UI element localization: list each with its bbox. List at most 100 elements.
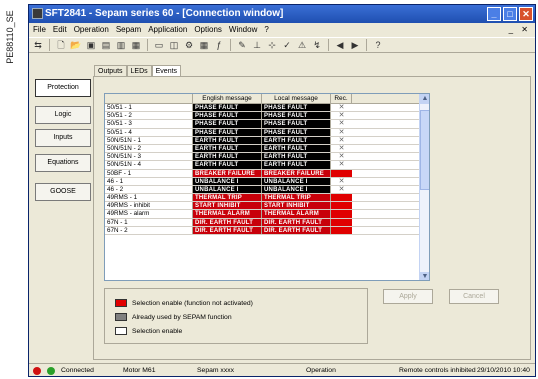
- cell-rec-checkbox[interactable]: [331, 210, 352, 218]
- check-icon[interactable]: ✓: [281, 39, 293, 51]
- cell-english-message[interactable]: THERMAL ALARM: [193, 210, 262, 218]
- table-row[interactable]: 50/51 - 4 PHASE FAULT PHASE FAULT ✕: [105, 128, 429, 137]
- menu-file[interactable]: File: [33, 23, 46, 36]
- cell-rec-checkbox[interactable]: [331, 202, 352, 210]
- cell-english-message[interactable]: START INHIBIT: [193, 202, 262, 210]
- cell-english-message[interactable]: EARTH FAULT: [193, 153, 262, 161]
- menu-edit[interactable]: Edit: [53, 23, 67, 36]
- close-button[interactable]: ✕: [519, 7, 533, 21]
- menu-window[interactable]: Window: [229, 23, 257, 36]
- cell-english-message[interactable]: BREAKER FAILURE: [193, 169, 262, 177]
- table-row[interactable]: 49RMS - inhibit START INHIBIT START INHIBI…: [105, 202, 429, 211]
- cell-rec-checkbox[interactable]: ✕: [331, 178, 352, 185]
- open-file-icon[interactable]: 📂: [70, 39, 82, 51]
- cell-local-message[interactable]: DIR. EARTH FAULT: [262, 218, 331, 226]
- cell-local-message[interactable]: THERMAL ALARM: [262, 210, 331, 218]
- cell-rec-checkbox[interactable]: ✕: [331, 145, 352, 152]
- cell-rec-checkbox[interactable]: ✕: [331, 161, 352, 168]
- cell-local-message[interactable]: THERMAL TRIP: [262, 194, 331, 202]
- cell-english-message[interactable]: EARTH FAULT: [193, 161, 262, 169]
- menu-options[interactable]: Options: [194, 23, 222, 36]
- cell-rec-checkbox[interactable]: ✕: [331, 186, 352, 193]
- scroll-up-icon[interactable]: ▲: [420, 94, 429, 104]
- help-icon[interactable]: ?: [372, 39, 384, 51]
- cell-local-message[interactable]: UNBALANCE I: [262, 185, 331, 194]
- cell-function[interactable]: 50N/51N - 2: [105, 144, 193, 153]
- back-icon[interactable]: ◀: [334, 39, 346, 51]
- cell-local-message[interactable]: EARTH FAULT: [262, 153, 331, 161]
- cell-english-message[interactable]: DIR. EARTH FAULT: [193, 226, 262, 234]
- cell-rec-checkbox[interactable]: ✕: [331, 137, 352, 144]
- menu-operation[interactable]: Operation: [74, 23, 109, 36]
- cell-local-message[interactable]: BREAKER FAILURE: [262, 169, 331, 177]
- cell-function[interactable]: 67N - 2: [105, 226, 193, 234]
- cell-local-message[interactable]: EARTH FAULT: [262, 136, 331, 144]
- forward-icon[interactable]: ▶: [349, 39, 361, 51]
- scroll-thumb[interactable]: [420, 110, 429, 190]
- maximize-button[interactable]: □: [503, 7, 517, 21]
- tools-icon[interactable]: ✎: [236, 39, 248, 51]
- connect-icon[interactable]: ⇆: [32, 39, 44, 51]
- menu-help[interactable]: ?: [264, 23, 268, 36]
- nav-goose[interactable]: GOOSE: [35, 183, 91, 201]
- cell-english-message[interactable]: PHASE FAULT: [193, 128, 262, 136]
- cell-function[interactable]: 49RMS - inhibit: [105, 202, 193, 210]
- cell-english-message[interactable]: PHASE FAULT: [193, 112, 262, 120]
- cell-local-message[interactable]: UNBALANCE I: [262, 177, 331, 185]
- cell-rec-checkbox[interactable]: ✕: [331, 153, 352, 160]
- cell-local-message[interactable]: START INHIBIT: [262, 202, 331, 210]
- cell-english-message[interactable]: UNBALANCE I: [193, 177, 262, 185]
- download-icon[interactable]: ▥: [115, 39, 127, 51]
- cell-function[interactable]: 50N/51N - 3: [105, 153, 193, 161]
- cell-rec-checkbox[interactable]: ✕: [331, 226, 352, 234]
- cell-rec-checkbox[interactable]: ✕: [331, 120, 352, 127]
- cell-rec-checkbox[interactable]: ✕: [331, 129, 352, 136]
- minimize-button[interactable]: _: [487, 7, 501, 21]
- cell-function[interactable]: 50/51 - 1: [105, 104, 193, 112]
- table-row[interactable]: 67N - 2 DIR. EARTH FAULT DIR. EARTH FAULT ✕: [105, 226, 429, 235]
- function-icon[interactable]: ƒ: [213, 39, 225, 51]
- cell-rec-checkbox[interactable]: ✕: [331, 112, 352, 119]
- cell-function[interactable]: 50N/51N - 1: [105, 136, 193, 144]
- nav-protection[interactable]: Protection: [35, 79, 91, 97]
- cell-function[interactable]: 49RMS - alarm: [105, 210, 193, 218]
- preview-icon[interactable]: ◫: [168, 39, 180, 51]
- table-row[interactable]: 49RMS - 1 THERMAL TRIP THERMAL TRIP: [105, 194, 429, 203]
- table-row[interactable]: 50N/51N - 1 EARTH FAULT EARTH FAULT ✕: [105, 136, 429, 145]
- cell-local-message[interactable]: DIR. EARTH FAULT: [262, 226, 331, 234]
- table-row[interactable]: 67N - 1 DIR. EARTH FAULT DIR. EARTH FAULT ✕: [105, 218, 429, 227]
- scroll-down-icon[interactable]: ▼: [420, 272, 429, 280]
- cell-function[interactable]: 50/51 - 3: [105, 120, 193, 128]
- nav-equations[interactable]: Equations: [35, 154, 91, 172]
- sepam-icon[interactable]: ▦: [130, 39, 142, 51]
- grid-scrollbar[interactable]: ▲ ▼: [419, 94, 429, 280]
- table-row[interactable]: 50/51 - 3 PHASE FAULT PHASE FAULT ✕: [105, 120, 429, 129]
- trip-icon[interactable]: ↯: [311, 39, 323, 51]
- diagnosis-icon[interactable]: ⊹: [266, 39, 278, 51]
- cell-function[interactable]: 50N/51N - 4: [105, 161, 193, 169]
- cell-function[interactable]: 49RMS - 1: [105, 194, 193, 202]
- new-file-icon[interactable]: 🗋: [55, 39, 67, 51]
- mdi-controls[interactable]: _ ✕: [509, 23, 531, 36]
- nav-logic[interactable]: Logic: [35, 106, 91, 124]
- table-row[interactable]: 50N/51N - 2 EARTH FAULT EARTH FAULT ✕: [105, 144, 429, 154]
- table-row[interactable]: 50N/51N - 4 EARTH FAULT EARTH FAULT ✕: [105, 161, 429, 170]
- table-row[interactable]: 50N/51N - 3 EARTH FAULT EARTH FAULT ✕: [105, 153, 429, 162]
- cell-function[interactable]: 50BF - 1: [105, 169, 193, 177]
- cell-function[interactable]: 46 - 2: [105, 185, 193, 194]
- cell-english-message[interactable]: UNBALANCE I: [193, 185, 262, 194]
- table-row[interactable]: 46 - 2 UNBALANCE I UNBALANCE I ✕: [105, 185, 429, 195]
- cell-local-message[interactable]: PHASE FAULT: [262, 120, 331, 128]
- cell-english-message[interactable]: EARTH FAULT: [193, 144, 262, 153]
- cell-local-message[interactable]: EARTH FAULT: [262, 161, 331, 169]
- cell-function[interactable]: 46 - 1: [105, 177, 193, 185]
- cell-rec-checkbox[interactable]: ✕: [331, 104, 352, 111]
- table-row[interactable]: 50/51 - 1 PHASE FAULT PHASE FAULT ✕: [105, 104, 429, 113]
- cell-local-message[interactable]: PHASE FAULT: [262, 112, 331, 120]
- cell-local-message[interactable]: PHASE FAULT: [262, 128, 331, 136]
- cell-english-message[interactable]: PHASE FAULT: [193, 104, 262, 112]
- table-row[interactable]: 46 - 1 UNBALANCE I UNBALANCE I ✕: [105, 177, 429, 186]
- apply-button[interactable]: Apply: [383, 289, 433, 304]
- table-row[interactable]: 50BF - 1 BREAKER FAILURE BREAKER FAILURE: [105, 169, 429, 178]
- upload-icon[interactable]: ▤: [100, 39, 112, 51]
